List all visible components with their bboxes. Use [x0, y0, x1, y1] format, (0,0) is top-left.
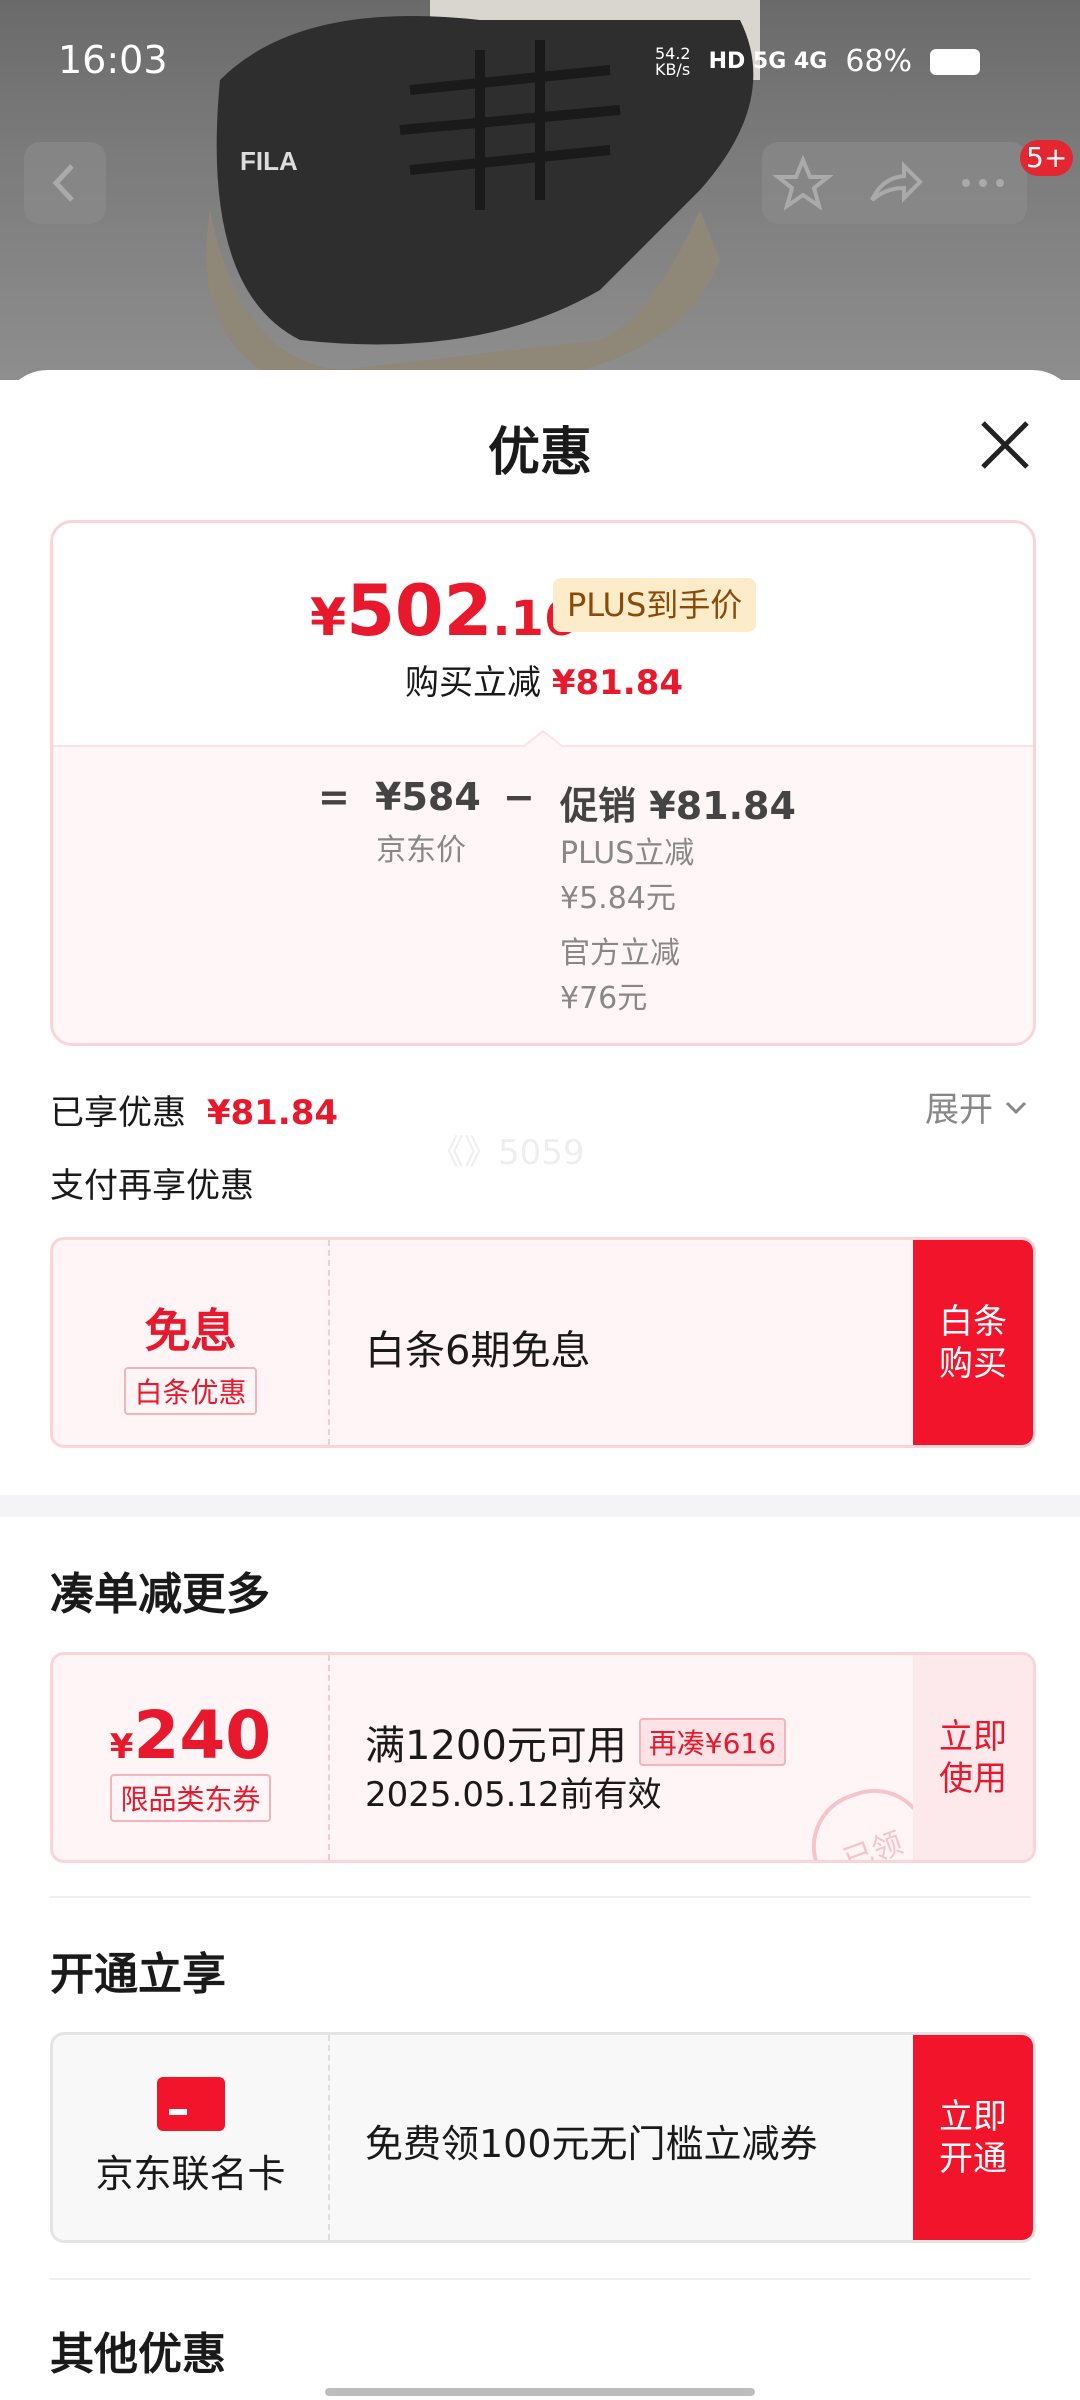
section-separator: [0, 1495, 1080, 1517]
close-icon[interactable]: [975, 415, 1035, 475]
coupon-left: ¥240 限品类东券: [53, 1655, 330, 1860]
enjoyed-value: ¥81.84: [206, 1093, 339, 1133]
watermark: 《》5059: [430, 1133, 585, 1173]
status-time: 16:03: [58, 38, 168, 82]
star-icon[interactable]: [772, 152, 834, 214]
coupon-gap-tag: 再凑¥616: [638, 1718, 787, 1766]
official-reduce-value: ¥76元: [560, 981, 648, 1016]
coupon-use-button[interactable]: 立即 使用: [913, 1655, 1033, 1860]
coupon-card: ¥240 限品类东券 满1200元可用 再凑¥616 2025.05.12前有效…: [50, 1652, 1036, 1863]
official-reduce-label: 官方立减: [560, 936, 680, 971]
pay-more-label: 支付再享优惠: [50, 1166, 254, 1206]
baitiao-left: 免息 白条优惠: [53, 1240, 330, 1445]
coupon-expiry: 2025.05.12前有效: [365, 1775, 662, 1815]
back-button[interactable]: [24, 142, 106, 224]
status-bar: 16:03 54.2 KB/s HD 5G 4G 68%: [0, 0, 1080, 120]
price-currency: ¥: [310, 588, 347, 648]
coupon-currency: ¥: [109, 1727, 134, 1767]
promo-line: 促销 ¥81.84: [560, 775, 796, 830]
expand-label: 展开: [925, 1090, 993, 1130]
baitiao-desc: 白条6期免息: [365, 1328, 591, 1374]
baitiao-card: 免息 白条优惠 白条6期免息 白条 购买: [50, 1237, 1036, 1448]
credit-card-icon: [156, 2077, 225, 2131]
status-icons: 54.2 KB/s HD 5G 4G 68%: [655, 44, 980, 79]
baitiao-title: 免息: [144, 1304, 237, 1358]
plus-reduce-label: PLUS立减: [560, 836, 695, 871]
combine-heading: 凑单减更多: [50, 1569, 270, 1620]
minus-sign: −: [503, 775, 535, 819]
price-integer: 502: [346, 570, 493, 652]
final-price: ¥502.16: [310, 570, 577, 652]
cobrand-name: 京东联名卡: [95, 2152, 286, 2196]
coupon-tag: 限品类东券: [110, 1774, 271, 1822]
equals-sign: =: [318, 775, 350, 819]
plus-price-tag: PLUS到手价: [553, 578, 757, 632]
net-speed: 54.2 KB/s: [654, 43, 691, 79]
chevron-left-icon: [52, 164, 74, 202]
reduce-label: 购买立减: [405, 663, 541, 703]
cobrand-open-button[interactable]: 立即 开通: [913, 2035, 1033, 2240]
chevron-down-icon: [1005, 1101, 1027, 1114]
sheet-title: 优惠: [487, 423, 592, 483]
expand-button[interactable]: 展开: [925, 1082, 1031, 1131]
top-actions: [762, 142, 1027, 224]
svg-text:FILA: FILA: [240, 146, 298, 176]
coupon-condition: 满1200元可用: [365, 1723, 627, 1769]
home-indicator[interactable]: [325, 2388, 755, 2396]
price-breakdown-area: [53, 745, 1033, 1043]
coupon-condition-row: 满1200元可用 再凑¥616: [365, 1713, 787, 1771]
coupon-amount-line: ¥240: [53, 1697, 328, 1774]
enjoyed-discount: 已享优惠 ¥81.84: [50, 1085, 338, 1134]
baitiao-buy-button[interactable]: 白条 购买: [913, 1240, 1033, 1445]
enjoyed-label: 已享优惠: [50, 1093, 186, 1133]
battery-text: 68%: [845, 44, 912, 79]
baitiao-tag: 白条优惠: [124, 1367, 257, 1415]
signal-labels: HD 5G 4G: [708, 49, 828, 74]
pointer-arrow: [523, 729, 563, 748]
jd-price: ¥584: [375, 775, 481, 819]
message-badge: 5+: [1020, 140, 1074, 176]
coupon-amount: 240: [133, 1697, 272, 1774]
purchase-reduction: 购买立减 ¥81.84: [405, 655, 683, 704]
share-icon[interactable]: [862, 152, 924, 214]
open-heading: 开通立享: [50, 1949, 226, 2000]
divider: [50, 2278, 1030, 2280]
promo-label: 促销: [560, 784, 637, 828]
cobrand-card: 京东联名卡 免费领100元无门槛立减券 立即 开通: [50, 2032, 1036, 2243]
cobrand-left: 京东联名卡: [53, 2035, 330, 2240]
reduce-value: ¥81.84: [551, 663, 684, 703]
plus-reduce-value: ¥5.84元: [560, 881, 676, 916]
divider: [50, 1896, 1030, 1898]
promo-value: ¥81.84: [649, 784, 796, 828]
battery-icon: [930, 48, 980, 75]
more-icon[interactable]: [952, 152, 1014, 214]
other-heading: 其他优惠: [50, 2329, 226, 2380]
cobrand-desc: 免费领100元无门槛立减券: [365, 2122, 818, 2166]
jd-price-label: 京东价: [376, 833, 466, 868]
